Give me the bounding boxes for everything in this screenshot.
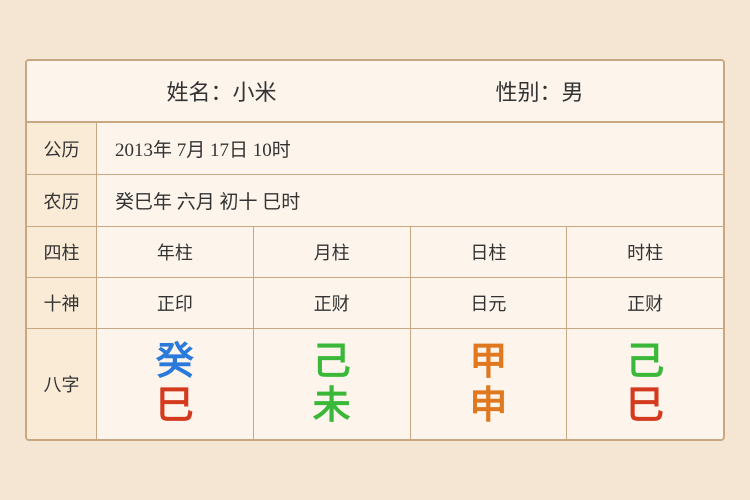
gregorian-row: 公历 2013年 7月 17日 10时: [27, 123, 723, 175]
bazhi-top-3: 己: [626, 343, 664, 381]
col-day: 日柱: [411, 227, 568, 277]
bazhi-col-2: 甲 申: [411, 329, 568, 439]
lunar-value: 癸巳年 六月 初十 巳时: [97, 175, 723, 226]
shishen-row: 十神 正印 正财 日元 正财: [27, 278, 723, 329]
col-year: 年柱: [97, 227, 254, 277]
header-row: 姓名：小米 性别：男: [27, 61, 723, 123]
bazhi-bottom-3: 巳: [626, 387, 664, 425]
bazhi-label: 八字: [27, 329, 97, 439]
bazhi-col-0: 癸 巳: [97, 329, 254, 439]
bazhi-row: 八字 癸 巳 己 未 甲 申 己 巳: [27, 329, 723, 439]
col-month: 月柱: [254, 227, 411, 277]
sizhu-row: 四柱 年柱 月柱 日柱 时柱: [27, 227, 723, 278]
lunar-row: 农历 癸巳年 六月 初十 巳时: [27, 175, 723, 227]
col-hour: 时柱: [567, 227, 723, 277]
lunar-label: 农历: [27, 175, 97, 226]
bazhi-top-2: 甲: [469, 343, 507, 381]
shishen-hour: 正财: [567, 278, 723, 328]
shishen-year: 正印: [97, 278, 254, 328]
bazhi-top-1: 己: [313, 343, 351, 381]
name-label: 姓名：小米: [166, 75, 276, 107]
bazhi-top-0: 癸: [156, 343, 194, 381]
gender-label: 性别：男: [495, 75, 583, 107]
bazhi-bottom-1: 未: [313, 387, 351, 425]
shishen-label: 十神: [27, 278, 97, 328]
bazhi-bottom-2: 申: [469, 387, 507, 425]
bazhi-col-3: 己 巳: [567, 329, 723, 439]
gregorian-label: 公历: [27, 123, 97, 174]
bazhi-bottom-0: 巳: [156, 387, 194, 425]
main-card: 姓名：小米 性别：男 公历 2013年 7月 17日 10时 农历 癸巳年 六月…: [25, 59, 725, 441]
shishen-day: 日元: [411, 278, 568, 328]
shishen-month: 正财: [254, 278, 411, 328]
sizhu-label: 四柱: [27, 227, 97, 277]
gregorian-value: 2013年 7月 17日 10时: [97, 123, 723, 174]
bazhi-col-1: 己 未: [254, 329, 411, 439]
